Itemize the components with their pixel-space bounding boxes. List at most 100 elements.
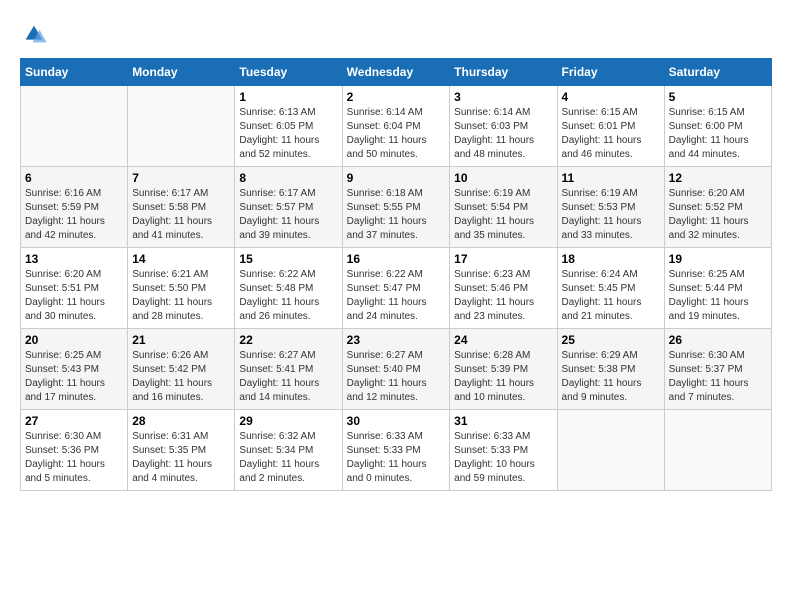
day-number: 28 xyxy=(132,414,230,428)
calendar-cell: 14Sunrise: 6:21 AM Sunset: 5:50 PM Dayli… xyxy=(128,248,235,329)
day-number: 7 xyxy=(132,171,230,185)
day-number: 2 xyxy=(347,90,446,104)
day-info: Sunrise: 6:14 AM Sunset: 6:03 PM Dayligh… xyxy=(454,106,552,162)
calendar-cell xyxy=(128,86,235,167)
calendar-cell: 24 Sunrise: 6:28 AM Sunset: 5:39 PM Dayli… xyxy=(450,329,557,410)
calendar-cell: 17 Sunrise: 6:23 AM Sunset: 5:46 PM Dayli… xyxy=(450,248,557,329)
calendar-cell: 13 Sunrise: 6:20 AM Sunset: 5:51 PM Dayli… xyxy=(21,248,128,329)
calendar-cell: 20 Sunrise: 6:25 AM Sunset: 5:43 PM Dayli… xyxy=(21,329,128,410)
day-number: 19 xyxy=(669,252,767,266)
calendar-cell: 30 Sunrise: 6:33 AM Sunset: 5:33 PM Dayli… xyxy=(342,410,450,491)
calendar-cell: 15 Sunrise: 6:22 AM Sunset: 5:48 PM Dayli… xyxy=(235,248,342,329)
day-number: 22 xyxy=(239,333,337,347)
column-header-sunday: Sunday xyxy=(21,59,128,86)
day-number: 16 xyxy=(347,252,446,266)
column-header-tuesday: Tuesday xyxy=(235,59,342,86)
day-number: 9 xyxy=(347,171,446,185)
day-info: Sunrise: 6:33 AM Sunset: 5:33 PM Dayligh… xyxy=(454,430,552,486)
day-info: Sunrise: 6:23 AM Sunset: 5:46 PM Dayligh… xyxy=(454,268,552,324)
day-info: Sunrise: 6:15 AM Sunset: 6:00 PM Dayligh… xyxy=(669,106,767,162)
day-number: 21 xyxy=(132,333,230,347)
day-info: Sunrise: 6:27 AM Sunset: 5:41 PM Dayligh… xyxy=(239,349,337,405)
day-number: 10 xyxy=(454,171,552,185)
calendar-cell: 3Sunrise: 6:14 AM Sunset: 6:03 PM Daylig… xyxy=(450,86,557,167)
calendar-header-row: SundayMondayTuesdayWednesdayThursdayFrid… xyxy=(21,59,772,86)
day-number: 8 xyxy=(239,171,337,185)
day-info: Sunrise: 6:19 AM Sunset: 5:53 PM Dayligh… xyxy=(562,187,660,243)
calendar-week-row: 13 Sunrise: 6:20 AM Sunset: 5:51 PM Dayli… xyxy=(21,248,772,329)
calendar-cell: 12 Sunrise: 6:20 AM Sunset: 5:52 PM Dayli… xyxy=(664,167,771,248)
column-header-friday: Friday xyxy=(557,59,664,86)
day-number: 1 xyxy=(239,90,337,104)
day-number: 11 xyxy=(562,171,660,185)
calendar-cell: 21Sunrise: 6:26 AM Sunset: 5:42 PM Dayli… xyxy=(128,329,235,410)
day-number: 29 xyxy=(239,414,337,428)
calendar-cell: 9 Sunrise: 6:18 AM Sunset: 5:55 PM Daylig… xyxy=(342,167,450,248)
day-number: 13 xyxy=(25,252,123,266)
day-info: Sunrise: 6:18 AM Sunset: 5:55 PM Dayligh… xyxy=(347,187,446,243)
calendar-cell xyxy=(664,410,771,491)
calendar-cell: 23 Sunrise: 6:27 AM Sunset: 5:40 PM Dayli… xyxy=(342,329,450,410)
day-info: Sunrise: 6:20 AM Sunset: 5:51 PM Dayligh… xyxy=(25,268,123,324)
calendar-cell: 16 Sunrise: 6:22 AM Sunset: 5:47 PM Dayli… xyxy=(342,248,450,329)
day-number: 12 xyxy=(669,171,767,185)
logo-icon xyxy=(20,20,48,48)
calendar-table: SundayMondayTuesdayWednesdayThursdayFrid… xyxy=(20,58,772,491)
calendar-cell xyxy=(21,86,128,167)
calendar-cell: 25 Sunrise: 6:29 AM Sunset: 5:38 PM Dayli… xyxy=(557,329,664,410)
calendar-cell: 6Sunrise: 6:16 AM Sunset: 5:59 PM Daylig… xyxy=(21,167,128,248)
day-number: 5 xyxy=(669,90,767,104)
day-info: Sunrise: 6:25 AM Sunset: 5:43 PM Dayligh… xyxy=(25,349,123,405)
calendar-cell xyxy=(557,410,664,491)
calendar-cell: 27 Sunrise: 6:30 AM Sunset: 5:36 PM Dayli… xyxy=(21,410,128,491)
column-header-saturday: Saturday xyxy=(664,59,771,86)
day-number: 20 xyxy=(25,333,123,347)
day-info: Sunrise: 6:20 AM Sunset: 5:52 PM Dayligh… xyxy=(669,187,767,243)
day-number: 30 xyxy=(347,414,446,428)
day-info: Sunrise: 6:13 AM Sunset: 6:05 PM Dayligh… xyxy=(239,106,337,162)
calendar-cell: 11 Sunrise: 6:19 AM Sunset: 5:53 PM Dayli… xyxy=(557,167,664,248)
day-number: 27 xyxy=(25,414,123,428)
day-info: Sunrise: 6:30 AM Sunset: 5:36 PM Dayligh… xyxy=(25,430,123,486)
calendar-cell: 8 Sunrise: 6:17 AM Sunset: 5:57 PM Daylig… xyxy=(235,167,342,248)
day-info: Sunrise: 6:25 AM Sunset: 5:44 PM Dayligh… xyxy=(669,268,767,324)
day-number: 4 xyxy=(562,90,660,104)
column-header-thursday: Thursday xyxy=(450,59,557,86)
day-number: 18 xyxy=(562,252,660,266)
day-info: Sunrise: 6:14 AM Sunset: 6:04 PM Dayligh… xyxy=(347,106,446,162)
day-number: 24 xyxy=(454,333,552,347)
day-info: Sunrise: 6:19 AM Sunset: 5:54 PM Dayligh… xyxy=(454,187,552,243)
day-number: 26 xyxy=(669,333,767,347)
calendar-cell: 1 Sunrise: 6:13 AM Sunset: 6:05 PM Daylig… xyxy=(235,86,342,167)
day-info: Sunrise: 6:30 AM Sunset: 5:37 PM Dayligh… xyxy=(669,349,767,405)
day-info: Sunrise: 6:17 AM Sunset: 5:58 PM Dayligh… xyxy=(132,187,230,243)
calendar-cell: 29Sunrise: 6:32 AM Sunset: 5:34 PM Dayli… xyxy=(235,410,342,491)
day-info: Sunrise: 6:22 AM Sunset: 5:48 PM Dayligh… xyxy=(239,268,337,324)
column-header-monday: Monday xyxy=(128,59,235,86)
day-info: Sunrise: 6:33 AM Sunset: 5:33 PM Dayligh… xyxy=(347,430,446,486)
day-number: 17 xyxy=(454,252,552,266)
calendar-cell: 10 Sunrise: 6:19 AM Sunset: 5:54 PM Dayli… xyxy=(450,167,557,248)
logo xyxy=(20,20,52,48)
calendar-cell: 28 Sunrise: 6:31 AM Sunset: 5:35 PM Dayli… xyxy=(128,410,235,491)
day-info: Sunrise: 6:24 AM Sunset: 5:45 PM Dayligh… xyxy=(562,268,660,324)
day-info: Sunrise: 6:31 AM Sunset: 5:35 PM Dayligh… xyxy=(132,430,230,486)
calendar-cell: 7 Sunrise: 6:17 AM Sunset: 5:58 PM Daylig… xyxy=(128,167,235,248)
day-info: Sunrise: 6:22 AM Sunset: 5:47 PM Dayligh… xyxy=(347,268,446,324)
day-number: 15 xyxy=(239,252,337,266)
day-number: 31 xyxy=(454,414,552,428)
day-info: Sunrise: 6:29 AM Sunset: 5:38 PM Dayligh… xyxy=(562,349,660,405)
day-info: Sunrise: 6:15 AM Sunset: 6:01 PM Dayligh… xyxy=(562,106,660,162)
column-header-wednesday: Wednesday xyxy=(342,59,450,86)
day-info: Sunrise: 6:28 AM Sunset: 5:39 PM Dayligh… xyxy=(454,349,552,405)
calendar-cell: 22 Sunrise: 6:27 AM Sunset: 5:41 PM Dayli… xyxy=(235,329,342,410)
calendar-week-row: 6Sunrise: 6:16 AM Sunset: 5:59 PM Daylig… xyxy=(21,167,772,248)
calendar-cell: 4 Sunrise: 6:15 AM Sunset: 6:01 PM Daylig… xyxy=(557,86,664,167)
day-number: 23 xyxy=(347,333,446,347)
calendar-cell: 18 Sunrise: 6:24 AM Sunset: 5:45 PM Dayli… xyxy=(557,248,664,329)
day-info: Sunrise: 6:27 AM Sunset: 5:40 PM Dayligh… xyxy=(347,349,446,405)
calendar-cell: 2 Sunrise: 6:14 AM Sunset: 6:04 PM Daylig… xyxy=(342,86,450,167)
day-number: 25 xyxy=(562,333,660,347)
day-info: Sunrise: 6:17 AM Sunset: 5:57 PM Dayligh… xyxy=(239,187,337,243)
calendar-cell: 19 Sunrise: 6:25 AM Sunset: 5:44 PM Dayli… xyxy=(664,248,771,329)
